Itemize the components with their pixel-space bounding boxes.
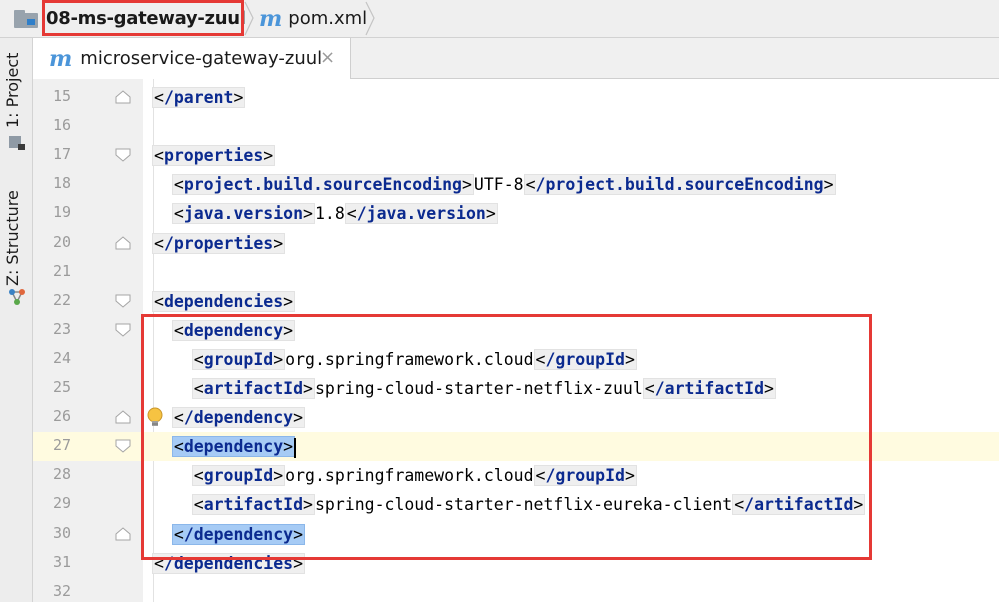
xml-tag: <dependencies> (152, 290, 296, 312)
navigation-bar: 08-ms-gateway-zuul m pom.xml (0, 0, 999, 38)
code-text: <dependencies> (152, 289, 296, 314)
code-text: <java.version> 1.8 </java.version> (171, 203, 498, 225)
line-number: 20 (52, 232, 71, 251)
line-number: 28 (52, 465, 71, 484)
code-line[interactable]: 32 (33, 578, 999, 607)
line-number: 31 (52, 552, 71, 571)
code-text: </properties> (152, 231, 286, 256)
line-number: 23 (52, 319, 71, 338)
line-number: 18 (52, 174, 71, 193)
breadcrumb-separator-icon (365, 1, 375, 36)
structure-icon (9, 289, 25, 305)
breadcrumb-separator-icon (244, 1, 254, 36)
code-line[interactable]: 21 (33, 258, 999, 287)
annotation-highlight-module (42, 0, 244, 36)
line-number: 22 (52, 290, 71, 309)
line-number: 16 (52, 116, 71, 135)
fold-open-icon[interactable] (115, 322, 131, 338)
project-tool-button[interactable]: 1: Project (0, 38, 33, 158)
annotation-highlight-dependencies (141, 314, 872, 560)
line-number: 25 (52, 378, 71, 396)
xml-tag: <java.version> (171, 203, 315, 225)
code-text: <project.build.sourceEncoding> UTF-8 </pro… (171, 174, 836, 196)
code-line[interactable]: 22 <dependencies> (33, 287, 999, 316)
xml-tag: <project.build.sourceEncoding> (171, 174, 474, 196)
code-line[interactable]: 17 <properties> (33, 141, 999, 170)
code-line[interactable]: 18 <project.build.sourceEncoding> UTF-8 </… (33, 170, 999, 199)
code-line[interactable]: 16 (33, 112, 999, 141)
close-icon[interactable]: × (320, 47, 335, 68)
fold-close-icon[interactable] (115, 409, 131, 425)
tool-window-strip: 1: Project Z: Structure (0, 38, 33, 602)
code-line[interactable]: 15 </parent> (33, 83, 999, 112)
breadcrumb-file-label: pom.xml (288, 8, 368, 29)
project-tool-label: 1: Project (3, 52, 22, 128)
fold-close-icon[interactable] (115, 235, 131, 251)
xml-tag: <properties> (152, 145, 276, 167)
line-number: 24 (52, 348, 71, 367)
code-editor[interactable]: 15 </parent> 16 17 <properties> 18 <project.b… (33, 79, 999, 602)
structure-tool-button[interactable]: Z: Structure (0, 178, 33, 313)
line-number: 21 (52, 261, 71, 280)
code-text: </parent> (152, 85, 246, 110)
tab-label: microservice-gateway-zuul (80, 48, 323, 69)
code-text: <properties> (152, 143, 276, 168)
breadcrumb-file[interactable]: m pom.xml (259, 0, 367, 37)
code-line[interactable]: 20 </properties> (33, 229, 999, 258)
line-number: 17 (52, 145, 71, 164)
fold-open-icon[interactable] (115, 438, 131, 454)
project-icon (9, 136, 25, 150)
line-number: 29 (52, 494, 71, 513)
line-number: 27 (52, 436, 71, 455)
maven-icon: m (259, 5, 283, 32)
xml-tag: </project.build.sourceEncoding> (523, 174, 836, 196)
fold-open-icon[interactable] (115, 147, 131, 163)
line-number: 19 (52, 203, 71, 222)
module-folder-icon (14, 9, 38, 28)
line-number: 15 (52, 87, 71, 105)
code-line[interactable]: 19 <java.version> 1.8 </java.version> (33, 199, 999, 228)
editor-tab-bar: m microservice-gateway-zuul × (33, 38, 999, 79)
xml-tag: </parent> (152, 87, 246, 108)
structure-tool-label: Z: Structure (3, 190, 22, 286)
fold-close-icon[interactable] (115, 526, 131, 542)
fold-close-icon[interactable] (115, 89, 131, 105)
maven-icon: m (49, 45, 73, 72)
xml-tag: </java.version> (344, 203, 498, 225)
line-number: 32 (52, 581, 71, 600)
line-number: 26 (52, 407, 71, 426)
xml-tag: </properties> (152, 232, 286, 254)
line-number: 30 (52, 523, 71, 542)
fold-open-icon[interactable] (115, 293, 131, 309)
tab-pom-xml[interactable]: m microservice-gateway-zuul × (33, 38, 351, 79)
